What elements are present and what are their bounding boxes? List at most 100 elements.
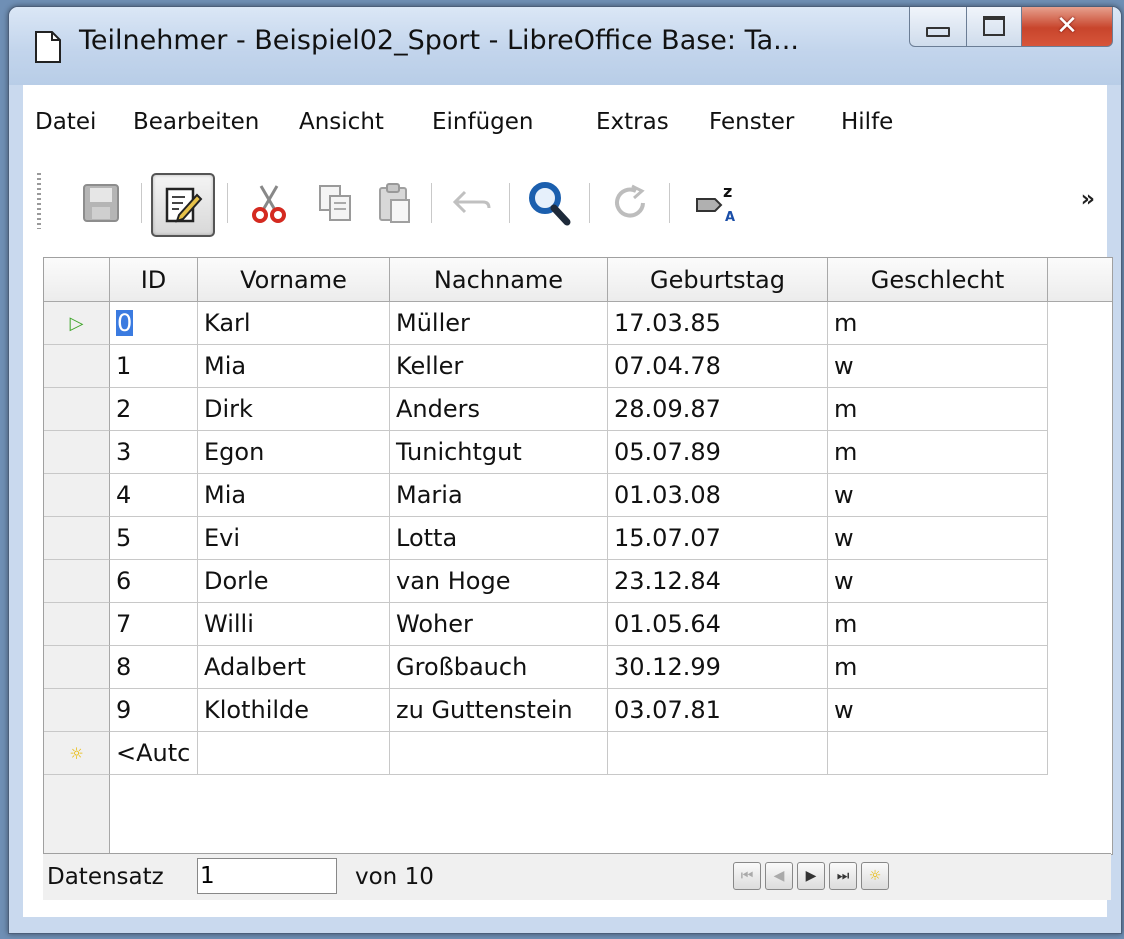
table-cell[interactable]: Müller [390,302,608,345]
table-cell[interactable]: 30.12.99 [608,646,828,689]
table-cell[interactable]: 2 [110,388,198,431]
save-button[interactable] [71,173,131,233]
row-header[interactable] [44,517,110,560]
table-cell[interactable]: 1 [110,345,198,388]
row-header[interactable] [44,431,110,474]
column-header-id[interactable]: ID [110,258,198,302]
sort-button[interactable]: z A [687,173,747,233]
table-cell[interactable]: 01.05.64 [608,603,828,646]
column-header-geschlecht[interactable]: Geschlecht [828,258,1048,302]
row-header[interactable] [44,388,110,431]
table-cell[interactable]: 17.03.85 [608,302,828,345]
title-bar[interactable]: Teilnehmer - Beispiel02_Sport - LibreOff… [9,7,1121,85]
table-cell[interactable]: m [828,603,1048,646]
table-cell[interactable]: 07.04.78 [608,345,828,388]
column-header-vorname[interactable]: Vorname [198,258,390,302]
next-record-button[interactable]: ▶ [797,862,825,890]
table-cell[interactable]: w [828,517,1048,560]
table-cell[interactable]: Adalbert [198,646,390,689]
table-cell[interactable]: Tunichtgut [390,431,608,474]
table-cell[interactable]: Mia [198,474,390,517]
table-cell[interactable]: 01.03.08 [608,474,828,517]
menu-hilfe[interactable]: Hilfe [841,109,893,135]
close-button[interactable]: ✕ [1022,7,1113,47]
menu-fenster[interactable]: Fenster [709,109,794,135]
undo-button[interactable] [441,173,501,233]
record-number-input[interactable]: 1 [197,858,337,894]
table-cell[interactable]: 5 [110,517,198,560]
column-header-geburtstag[interactable]: Geburtstag [608,258,828,302]
table-cell[interactable]: Großbauch [390,646,608,689]
new-row-cell[interactable] [828,732,1048,775]
table-cell[interactable]: Keller [390,345,608,388]
table-cell[interactable]: w [828,345,1048,388]
table-cell[interactable]: Klothilde [198,689,390,732]
table-cell[interactable]: w [828,474,1048,517]
new-row-cell[interactable] [608,732,828,775]
table-cell[interactable]: van Hoge [390,560,608,603]
table-cell[interactable]: 6 [110,560,198,603]
table-cell[interactable]: 28.09.87 [608,388,828,431]
edit-mode-button[interactable] [151,173,215,237]
table-cell[interactable]: Dorle [198,560,390,603]
maximize-button[interactable] [967,7,1022,47]
table-cell[interactable]: Evi [198,517,390,560]
table-cell[interactable]: 7 [110,603,198,646]
table-cell[interactable]: 8 [110,646,198,689]
first-record-button[interactable]: ⏮ [733,862,761,890]
column-header-nachname[interactable]: Nachname [390,258,608,302]
cut-button[interactable] [239,173,299,233]
menu-extras[interactable]: Extras [596,109,669,135]
table-cell[interactable]: Anders [390,388,608,431]
table-cell[interactable]: 9 [110,689,198,732]
table-cell[interactable]: 03.07.81 [608,689,828,732]
new-row-header[interactable]: ☼ [44,732,110,775]
minimize-button[interactable] [909,7,967,47]
row-header[interactable] [44,689,110,732]
table-cell[interactable]: Willi [198,603,390,646]
row-header[interactable] [44,560,110,603]
table-cell[interactable]: Mia [198,345,390,388]
toolbar-grip[interactable] [37,173,41,229]
table-cell[interactable]: Maria [390,474,608,517]
row-header[interactable] [44,603,110,646]
table-cell[interactable]: zu Guttenstein [390,689,608,732]
table-cell[interactable]: 3 [110,431,198,474]
table-cell[interactable]: 15.07.07 [608,517,828,560]
previous-record-button[interactable]: ◀ [765,862,793,890]
refresh-button[interactable] [601,173,661,233]
new-record-button[interactable]: ☼ [861,862,889,890]
new-row-cell[interactable]: <Autc [110,732,198,775]
new-row-cell[interactable] [390,732,608,775]
last-record-button[interactable]: ⏭ [829,862,857,890]
table-cell[interactable]: m [828,431,1048,474]
table-cell[interactable]: Woher [390,603,608,646]
table-cell[interactable]: Karl [198,302,390,345]
table-cell[interactable]: w [828,689,1048,732]
menu-datei[interactable]: Datei [35,109,96,135]
find-button[interactable] [519,173,579,233]
table-cell[interactable]: Lotta [390,517,608,560]
row-header[interactable] [44,646,110,689]
menu-ansicht[interactable]: Ansicht [299,109,384,135]
table-cell[interactable]: m [828,646,1048,689]
table-cell[interactable]: 23.12.84 [608,560,828,603]
copy-button[interactable] [305,173,365,233]
menu-einfuegen[interactable]: Einfügen [432,109,534,135]
menu-bearbeiten[interactable]: Bearbeiten [133,109,259,135]
row-header[interactable]: ▷ [44,302,110,345]
table-cell[interactable]: 4 [110,474,198,517]
paste-button[interactable] [365,173,425,233]
row-header[interactable] [44,474,110,517]
toolbar-overflow-button[interactable]: » [1081,187,1095,212]
table-cell[interactable]: m [828,302,1048,345]
table-cell[interactable]: Dirk [198,388,390,431]
new-row-cell[interactable] [198,732,390,775]
table-cell[interactable]: m [828,388,1048,431]
table-cell[interactable]: w [828,560,1048,603]
table-cell[interactable]: Egon [198,431,390,474]
table-cell[interactable]: 05.07.89 [608,431,828,474]
cell-text: w [834,481,854,509]
table-cell[interactable]: 0 [110,302,198,345]
row-header[interactable] [44,345,110,388]
